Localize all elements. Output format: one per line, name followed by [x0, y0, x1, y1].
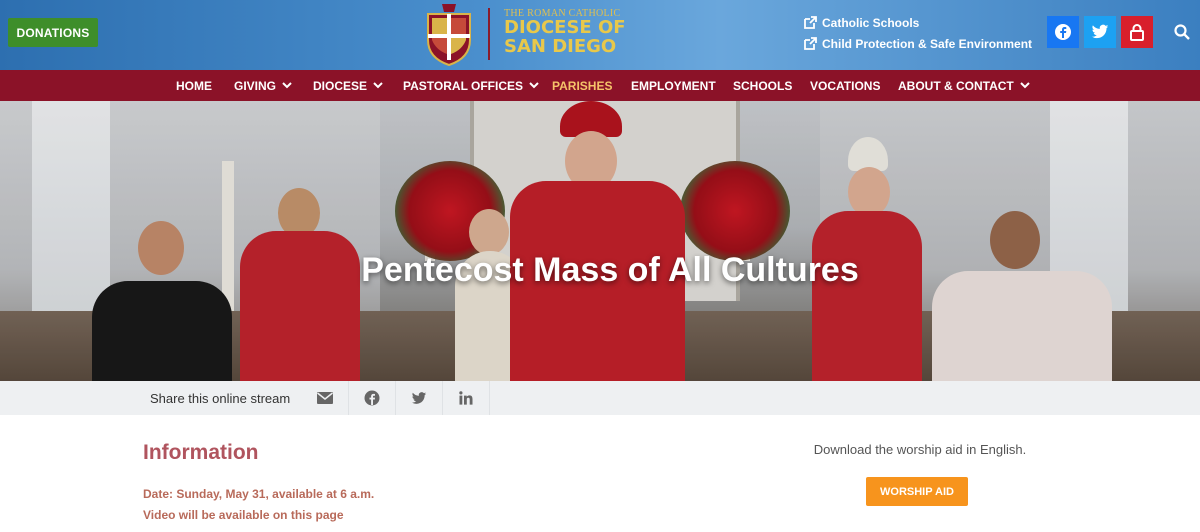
nav-item-about-contact[interactable]: ABOUT & CONTACT: [898, 70, 1030, 101]
nav-label: DIOCESE: [313, 78, 368, 93]
nav-label: SCHOOLS: [733, 78, 793, 93]
chevron-down-icon: [282, 82, 292, 89]
quick-link-label: Child Protection & Safe Environment: [822, 36, 1033, 51]
share-twitter-button[interactable]: [395, 381, 442, 415]
quick-link-label: Catholic Schools: [822, 15, 920, 30]
nav-item-employment[interactable]: EMPLOYMENT: [631, 70, 716, 101]
nav-label: PASTORAL OFFICES: [403, 78, 524, 93]
hero-title: Pentecost Mass of All Cultures: [361, 251, 859, 289]
logo-title-line1: DIOCESE OF: [504, 17, 626, 38]
nav-label: GIVING: [234, 78, 277, 93]
external-link-icon: [804, 16, 817, 29]
linkedin-icon: [459, 391, 473, 405]
facebook-icon: [1055, 24, 1071, 40]
email-icon: [316, 392, 333, 404]
share-linkedin-button[interactable]: [442, 381, 489, 415]
hero-banner: Pentecost Mass of All Cultures: [0, 101, 1200, 381]
donations-button[interactable]: DONATIONS: [8, 18, 98, 47]
diocese-logo[interactable]: THE ROMAN CATHOLIC DIOCESE OF SAN DIEGO: [420, 2, 630, 66]
nav-label: ABOUT & CONTACT: [898, 78, 1014, 93]
nav-label: PARISHES: [552, 78, 613, 93]
chevron-down-icon: [373, 82, 383, 89]
facebook-button[interactable]: [1047, 16, 1079, 48]
main-navigation: HOME GIVING DIOCESE PASTORAL OFFICES PAR…: [0, 70, 1200, 101]
quick-link-child-protection[interactable]: Child Protection & Safe Environment: [804, 33, 1032, 54]
chevron-down-icon: [1020, 82, 1030, 89]
search-button[interactable]: [1170, 20, 1194, 44]
share-email-button[interactable]: [301, 381, 348, 415]
site-header: DONATIONS THE ROMAN CATHOLIC DIOCESE OF …: [0, 0, 1200, 70]
logo-title-line2: SAN DIEGO: [504, 36, 617, 57]
login-button[interactable]: [1121, 16, 1153, 48]
nav-item-giving[interactable]: GIVING: [234, 70, 292, 101]
twitter-icon: [1091, 24, 1109, 39]
nav-label: EMPLOYMENT: [631, 78, 716, 93]
information-heading: Information: [143, 441, 259, 464]
share-bar: Share this online stream: [0, 381, 1200, 415]
search-icon: [1174, 24, 1190, 40]
nav-item-pastoral-offices[interactable]: PASTORAL OFFICES: [403, 70, 539, 101]
chevron-down-icon: [529, 82, 539, 89]
worship-aid-button[interactable]: WORSHIP AID: [866, 477, 968, 506]
logo-title: DIOCESE OF SAN DIEGO: [504, 18, 626, 56]
hero-overlay: [0, 101, 1200, 381]
share-label: Share this online stream: [150, 390, 291, 406]
lock-icon: [1130, 24, 1144, 41]
share-divider: [489, 381, 490, 415]
quick-links: Catholic Schools Child Protection & Safe…: [804, 12, 1032, 54]
nav-item-vocations[interactable]: VOCATIONS: [810, 70, 880, 101]
nav-label: HOME: [176, 78, 212, 93]
logo-divider: [488, 8, 490, 60]
quick-link-catholic-schools[interactable]: Catholic Schools: [804, 12, 1032, 33]
crest-icon: [427, 4, 471, 66]
facebook-icon: [364, 390, 380, 406]
event-date: Date: Sunday, May 31, available at 6 a.m…: [143, 487, 375, 501]
external-link-icon: [804, 37, 817, 50]
nav-label: VOCATIONS: [810, 78, 881, 93]
nav-item-home[interactable]: HOME: [176, 70, 212, 101]
twitter-icon: [411, 391, 427, 404]
video-availability: Video will be available on this page: [143, 508, 344, 522]
nav-item-parishes[interactable]: PARISHES: [552, 70, 612, 101]
nav-item-diocese[interactable]: DIOCESE: [313, 70, 383, 101]
share-facebook-button[interactable]: [348, 381, 395, 415]
worship-aid-text: Download the worship aid in English.: [813, 442, 1027, 457]
twitter-button[interactable]: [1084, 16, 1116, 48]
nav-item-schools[interactable]: SCHOOLS: [733, 70, 792, 101]
